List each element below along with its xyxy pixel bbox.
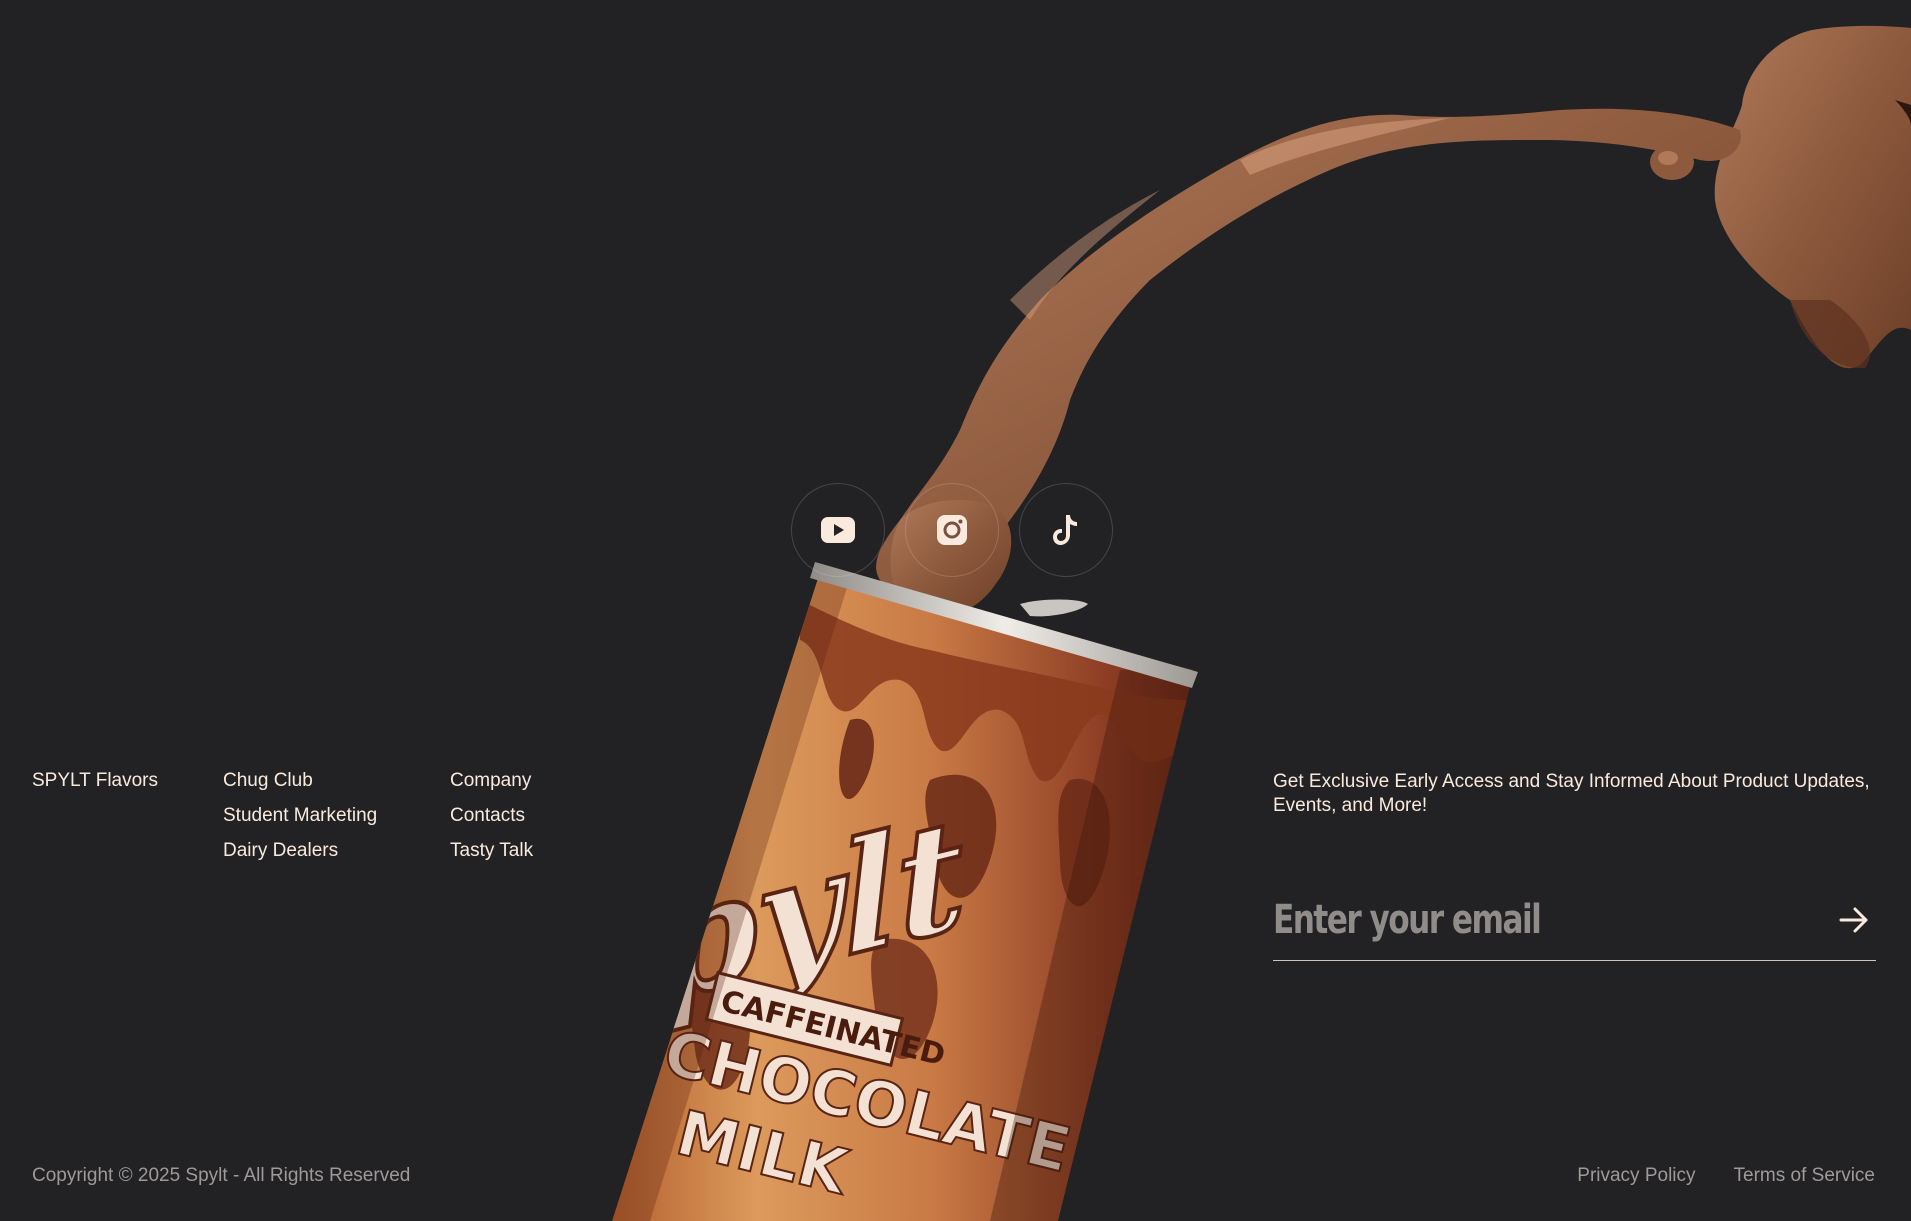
- terms-of-service-link[interactable]: Terms of Service: [1734, 1165, 1875, 1187]
- tiktok-icon: [1053, 515, 1077, 545]
- footer-page: Spylt CAFFEINATED CHOCOLATE MILK SPYLT F…: [0, 0, 1911, 1221]
- nav-link-contacts[interactable]: Contacts: [450, 805, 533, 827]
- tiktok-button[interactable]: [1019, 483, 1113, 577]
- nav-link-spylt-flavors[interactable]: SPYLT Flavors: [32, 770, 158, 792]
- newsletter-form: [1273, 880, 1876, 961]
- arrow-right-icon: [1839, 907, 1868, 933]
- nav-link-tasty-talk[interactable]: Tasty Talk: [450, 840, 533, 862]
- email-input[interactable]: [1273, 890, 1711, 950]
- newsletter-description: Get Exclusive Early Access and Stay Info…: [1273, 771, 1870, 816]
- nav-link-student-marketing[interactable]: Student Marketing: [223, 805, 377, 827]
- footer-nav-col-3: Company Contacts Tasty Talk: [450, 770, 533, 862]
- hero-artwork: Spylt CAFFEINATED CHOCOLATE MILK: [612, 25, 1911, 1221]
- legal-links: Privacy Policy Terms of Service: [1577, 1165, 1875, 1187]
- copyright-text: Copyright © 2025 Spylt - All Rights Rese…: [32, 1165, 411, 1186]
- footer-nav-col-2: Chug Club Student Marketing Dairy Dealer…: [223, 770, 377, 862]
- instagram-icon: [937, 515, 967, 545]
- nav-link-company[interactable]: Company: [450, 770, 533, 792]
- nav-link-dairy-dealers[interactable]: Dairy Dealers: [223, 840, 377, 862]
- social-links: [791, 483, 1113, 577]
- youtube-icon: [821, 517, 855, 543]
- youtube-button[interactable]: [791, 483, 885, 577]
- footer-nav-col-1: SPYLT Flavors: [32, 770, 158, 792]
- privacy-policy-link[interactable]: Privacy Policy: [1577, 1165, 1695, 1187]
- submit-button[interactable]: [1834, 900, 1874, 940]
- spylt-can: Spylt CAFFEINATED CHOCOLATE MILK: [612, 578, 1194, 1221]
- instagram-button[interactable]: [905, 483, 999, 577]
- nav-link-chug-club[interactable]: Chug Club: [223, 770, 377, 792]
